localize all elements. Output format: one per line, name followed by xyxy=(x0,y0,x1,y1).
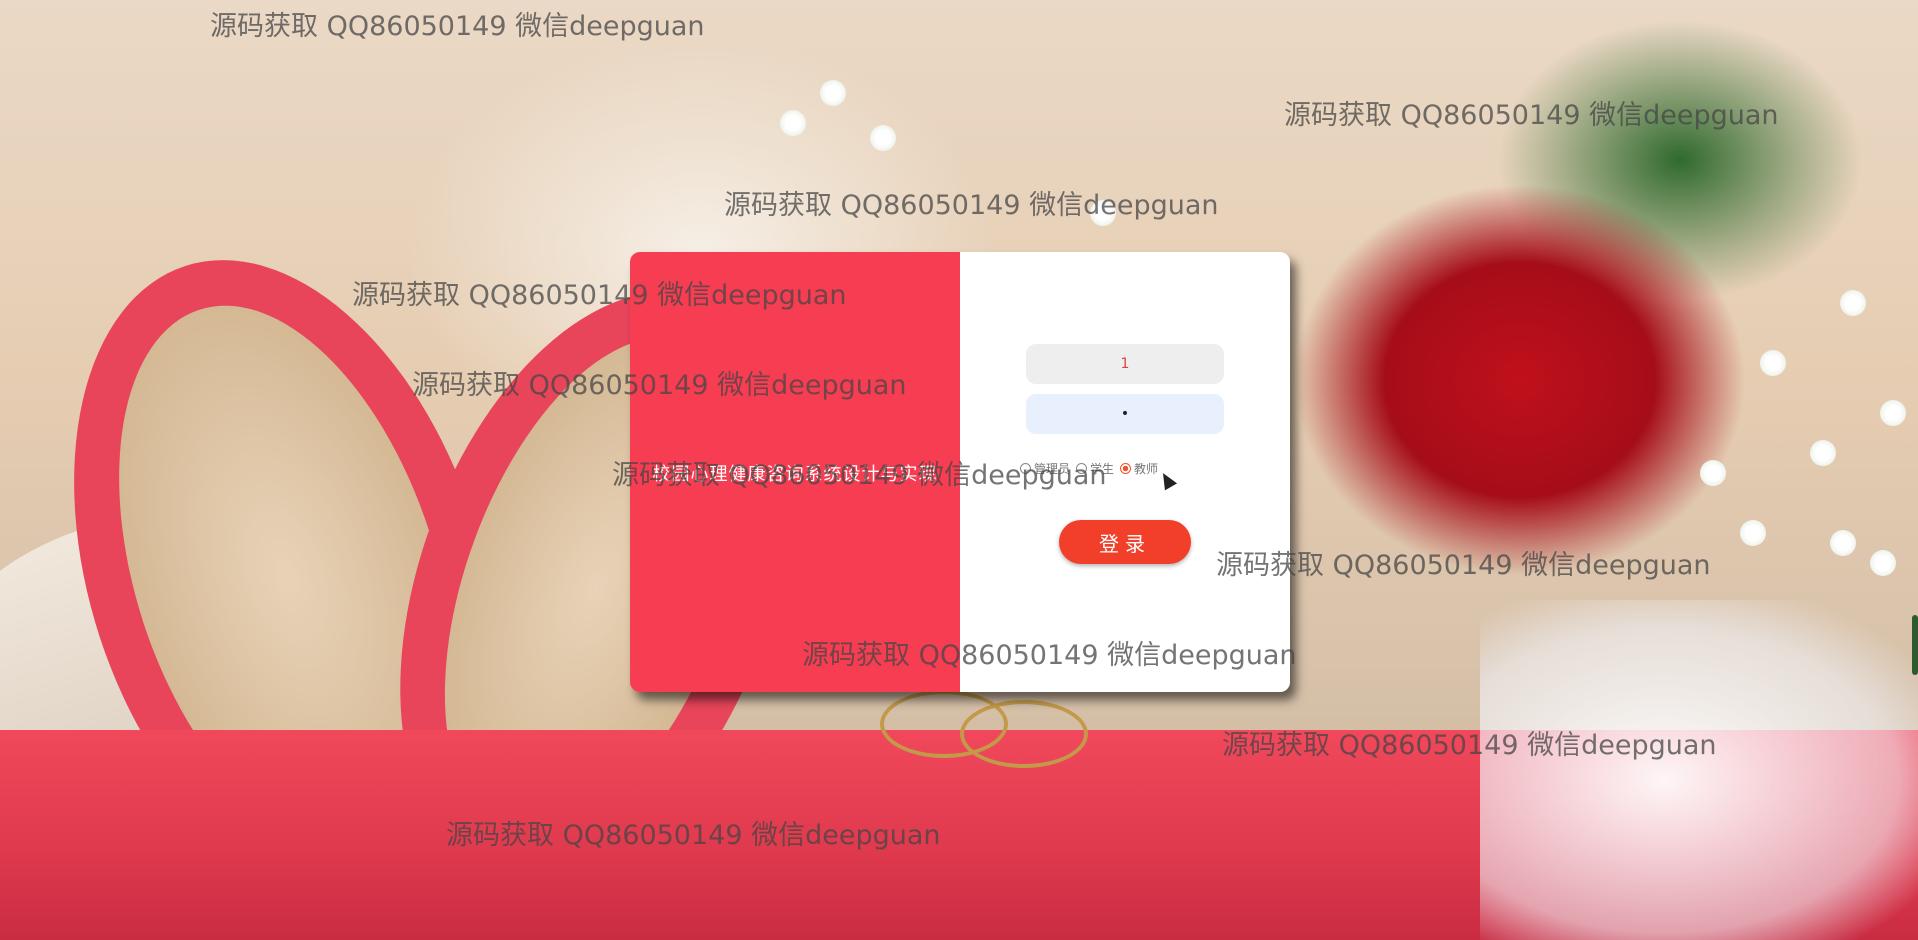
veil-decoration xyxy=(1480,600,1918,940)
radio-checked-icon[interactable] xyxy=(1120,463,1132,474)
flower-decoration xyxy=(1870,550,1896,576)
flower-decoration xyxy=(1700,460,1726,486)
wedding-ring-decoration xyxy=(960,700,1088,768)
flower-decoration xyxy=(1760,350,1786,376)
flower-decoration xyxy=(1740,520,1766,546)
role-option-admin[interactable]: 管理员 xyxy=(1020,460,1070,477)
username-input[interactable] xyxy=(1026,344,1224,384)
role-selector: 管理员 学生 教师 xyxy=(1020,460,1280,477)
flower-decoration xyxy=(1090,200,1116,226)
radio-icon[interactable] xyxy=(1076,463,1088,474)
scrollbar-thumb[interactable] xyxy=(1912,615,1918,675)
role-option-student[interactable]: 学生 xyxy=(1076,460,1114,477)
role-label-teacher: 教师 xyxy=(1134,462,1159,476)
role-option-teacher[interactable]: 教师 xyxy=(1120,460,1158,477)
role-label-student: 学生 xyxy=(1090,462,1115,476)
system-title: 校园心理健康咨询系统设计与实现 xyxy=(652,464,938,485)
flower-decoration xyxy=(780,110,806,136)
login-card: 校园心理健康咨询系统设计与实现 管理员 学生 教师 登录 xyxy=(630,252,1290,692)
flower-decoration xyxy=(1880,400,1906,426)
login-card-left-panel: 校园心理健康咨询系统设计与实现 xyxy=(630,252,960,692)
flower-decoration xyxy=(1830,530,1856,556)
flower-decoration xyxy=(1840,290,1866,316)
radio-icon[interactable] xyxy=(1020,463,1031,474)
password-input[interactable] xyxy=(1026,394,1224,434)
flower-decoration xyxy=(1810,440,1836,466)
role-label-admin: 管理员 xyxy=(1034,462,1071,476)
login-form: 管理员 学生 教师 登录 xyxy=(960,252,1290,692)
flower-decoration xyxy=(820,80,846,106)
login-button[interactable]: 登录 xyxy=(1059,520,1191,564)
flower-decoration xyxy=(870,125,896,151)
